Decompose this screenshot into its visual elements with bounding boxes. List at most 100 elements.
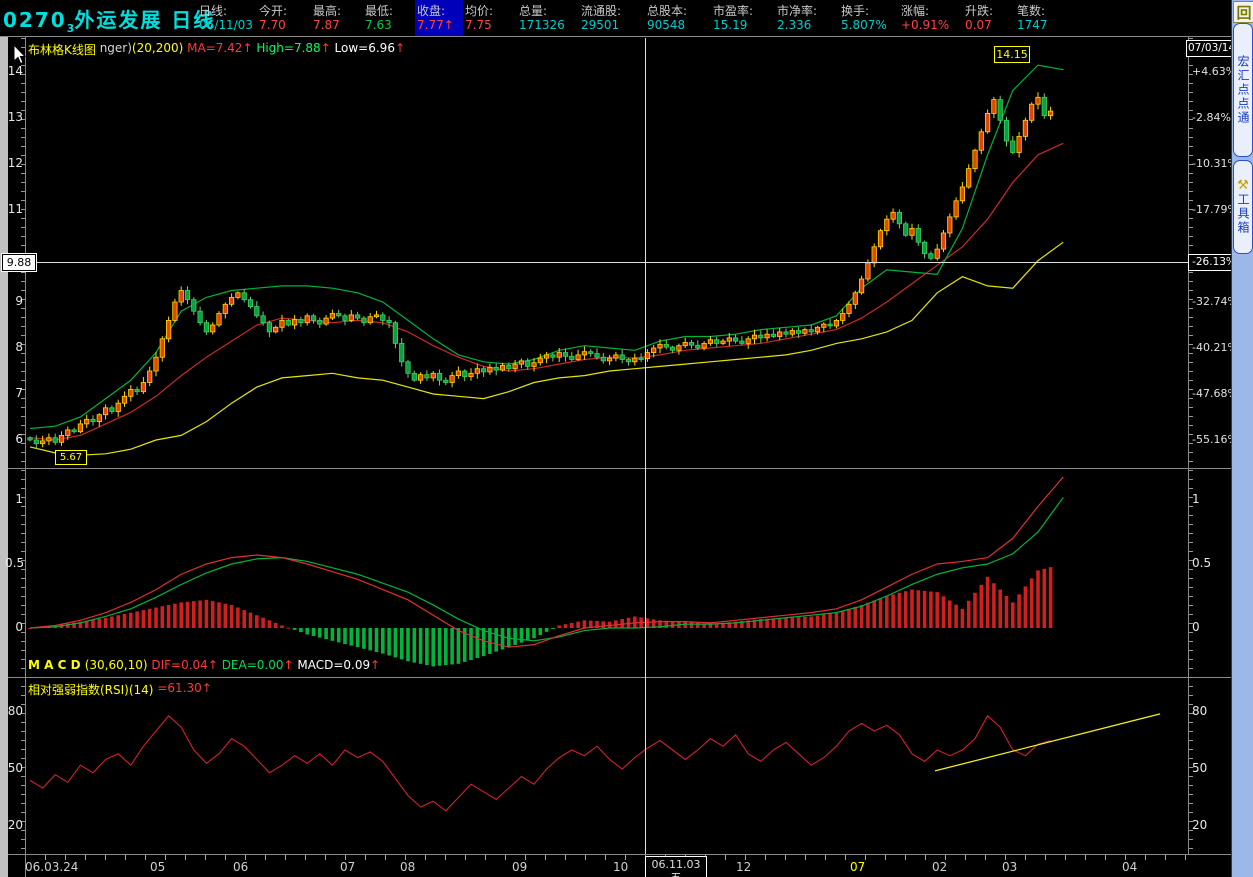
candle-body (493, 366, 499, 371)
candle-body (896, 211, 903, 225)
rsi-tick-label: 80 (7, 704, 23, 718)
price-tick-label: 8 (15, 340, 23, 354)
time-axis-label: 07 (850, 860, 866, 874)
candle-body (714, 339, 720, 344)
candle-body (663, 343, 669, 348)
candle-body (134, 388, 140, 393)
candle-body (84, 418, 90, 425)
macd-bar (645, 618, 650, 628)
candle-body (682, 342, 688, 347)
macd-bar (362, 628, 366, 649)
quote-field-2: 最高: 7.87 (311, 0, 363, 36)
field-value: 7.63 (365, 18, 392, 32)
price-chart[interactable] (25, 38, 1188, 467)
candle-body (310, 315, 317, 321)
macd-tick-label: 1 (15, 492, 23, 506)
last-date-box: 07/03/14 (1186, 40, 1236, 57)
rsi-tick-label: 80 (1192, 704, 1208, 718)
macd-bar (1011, 602, 1015, 628)
quote-field-9: 市盈率: 15.19 (711, 0, 775, 36)
candle-body (985, 113, 991, 133)
price-tick-label: 12 (7, 156, 23, 170)
header-part: (30,60,10) (84, 658, 152, 672)
chart-bottom-divider (8, 854, 1231, 855)
candle-body (852, 292, 858, 305)
up-arrow-icon: ↑ (443, 18, 454, 32)
candle-body (506, 365, 512, 370)
macd-bar (582, 620, 587, 628)
macd-bar (840, 610, 845, 628)
candle-body (581, 351, 588, 356)
candle-body (978, 131, 984, 151)
macd-bar (878, 598, 883, 628)
field-label: 笔数: (1017, 4, 1046, 18)
macd-bar (236, 607, 240, 628)
candle-body (821, 323, 827, 328)
candle-body (802, 329, 808, 334)
macd-bar (551, 628, 555, 629)
quote-field-4[interactable]: 收盘: 7.77↑ (415, 0, 463, 36)
macd-bar (425, 628, 429, 666)
candle-body (1048, 110, 1054, 117)
macd-bar (210, 601, 215, 628)
field-label: 升跌: (965, 4, 994, 18)
macd-bar (355, 628, 360, 648)
candle-body (336, 313, 342, 317)
quote-field-7: 流通股: 29501 (579, 0, 645, 36)
field-value: 7.75 (465, 18, 492, 32)
price-tick-label: 13 (7, 110, 23, 124)
rsi-chart[interactable] (25, 678, 1188, 853)
candle-body (178, 290, 184, 303)
macd-bar (557, 625, 561, 628)
macd-bar (992, 583, 996, 628)
candle-body (279, 319, 285, 328)
header-part: High=7.88 (256, 41, 321, 55)
candle-body (96, 414, 102, 423)
price-tick-label: 14 (7, 64, 23, 78)
candle-body (1016, 136, 1022, 153)
macd-bar (166, 604, 171, 628)
macd-bar (809, 616, 813, 628)
macd-bar (135, 611, 139, 628)
bollinger-bands (29, 64, 1064, 456)
macd-bar (97, 618, 102, 628)
rsi-tick-label: 50 (1192, 761, 1208, 775)
field-label: 换手: (841, 4, 870, 18)
candle-body (865, 262, 871, 280)
macd-bar (192, 601, 196, 628)
candle-body (298, 319, 304, 324)
macd-bar (929, 591, 933, 628)
band-low-annotation: 5.67 (55, 450, 87, 465)
candle-body (638, 357, 644, 361)
candle-body (783, 331, 789, 335)
candle-body (808, 329, 814, 333)
candle-body (222, 303, 228, 314)
app-logo-icon[interactable]: 回 (1233, 1, 1253, 23)
candle-body (877, 230, 884, 248)
macd-bar (973, 592, 977, 628)
candle-body (184, 290, 191, 301)
header-part: 布林格K线图 (28, 43, 100, 57)
tab-honghui-diandiantong[interactable]: 宏汇点点通 (1233, 23, 1253, 157)
candle-body (827, 323, 833, 327)
macd-bar (406, 628, 410, 662)
candle-body (770, 333, 777, 337)
macd-bar (897, 592, 902, 628)
field-label: 最高: (313, 4, 342, 18)
time-axis-label: 05 (150, 860, 166, 874)
macd-bar (815, 615, 820, 628)
candle-body (600, 356, 606, 362)
boll-upper-line (29, 64, 1064, 430)
candle-body (903, 223, 909, 236)
tab-toolbox[interactable]: ⚒ 工具箱 (1233, 160, 1253, 254)
macd-chart[interactable] (25, 470, 1188, 677)
macd-bar (872, 600, 876, 628)
candle-body (165, 319, 172, 340)
macd-bar (110, 616, 114, 628)
macd-bar (147, 608, 152, 628)
candle-body (247, 299, 254, 308)
macd-bar (941, 596, 946, 628)
macd-bar (160, 606, 165, 628)
candle-body (121, 395, 128, 404)
header-part: ↑ (283, 658, 298, 672)
